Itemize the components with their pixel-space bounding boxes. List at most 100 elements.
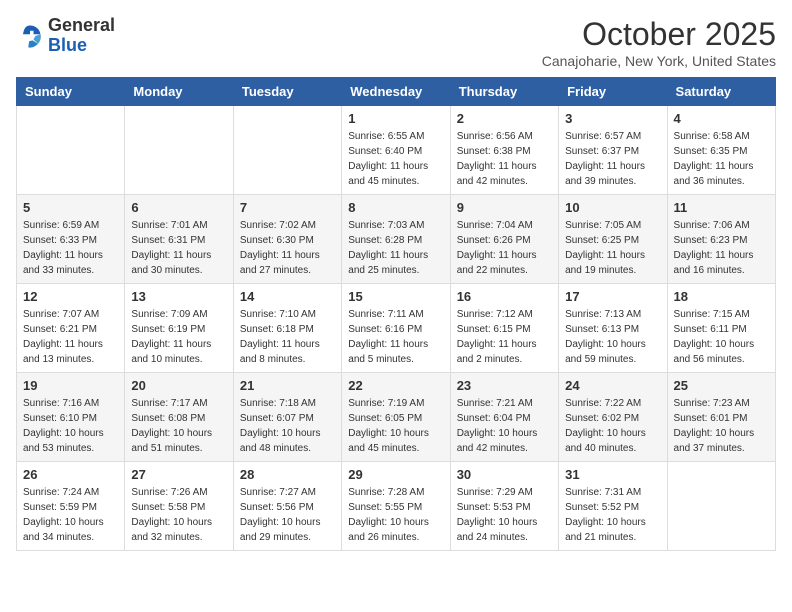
day-number: 28 [240, 467, 335, 482]
day-number: 16 [457, 289, 552, 304]
day-info: Sunrise: 7:21 AM Sunset: 6:04 PM Dayligh… [457, 396, 552, 456]
calendar-cell: 16 Sunrise: 7:12 AM Sunset: 6:15 PM Dayli… [450, 284, 558, 373]
calendar-cell: 7Sunrise: 7:02 AM Sunset: 6:30 PM Daylig… [233, 195, 341, 284]
day-number: 15 [348, 289, 443, 304]
calendar-cell: 27 Sunrise: 7:26 AM Sunset: 5:58 PM Dayli… [125, 462, 233, 551]
day-number: 30 [457, 467, 552, 482]
day-header-thursday: Thursday [450, 78, 558, 106]
day-number: 29 [348, 467, 443, 482]
calendar-cell: 19 Sunrise: 7:16 AM Sunset: 6:10 PM Dayli… [17, 373, 125, 462]
calendar-cell: 23 Sunrise: 7:21 AM Sunset: 6:04 PM Dayli… [450, 373, 558, 462]
day-info: Sunrise: 7:05 AM Sunset: 6:25 PM Dayligh… [565, 218, 660, 278]
day-info: Sunrise: 7:01 AM Sunset: 6:31 PM Dayligh… [131, 218, 226, 278]
day-number: 10 [565, 200, 660, 215]
calendar-week-row: 26 Sunrise: 7:24 AM Sunset: 5:59 PM Dayli… [17, 462, 776, 551]
logo-blue-text: Blue [48, 35, 87, 55]
day-info: Sunrise: 7:12 AM Sunset: 6:15 PM Dayligh… [457, 307, 552, 367]
day-header-tuesday: Tuesday [233, 78, 341, 106]
day-info: Sunrise: 7:03 AM Sunset: 6:28 PM Dayligh… [348, 218, 443, 278]
day-info: Sunrise: 7:18 AM Sunset: 6:07 PM Dayligh… [240, 396, 335, 456]
calendar-cell: 9 Sunrise: 7:04 AM Sunset: 6:26 PM Daylig… [450, 195, 558, 284]
day-info: Sunrise: 7:17 AM Sunset: 6:08 PM Dayligh… [131, 396, 226, 456]
title-block: October 2025 Canajoharie, New York, Unit… [542, 16, 776, 69]
day-number: 9 [457, 200, 552, 215]
calendar-week-row: 12Sunrise: 7:07 AM Sunset: 6:21 PM Dayli… [17, 284, 776, 373]
day-info: Sunrise: 6:55 AM Sunset: 6:40 PM Dayligh… [348, 129, 443, 189]
day-number: 31 [565, 467, 660, 482]
logo: General Blue [16, 16, 115, 56]
day-number: 23 [457, 378, 552, 393]
calendar-cell [125, 106, 233, 195]
calendar-cell: 17 Sunrise: 7:13 AM Sunset: 6:13 PM Dayli… [559, 284, 667, 373]
day-info: Sunrise: 7:22 AM Sunset: 6:02 PM Dayligh… [565, 396, 660, 456]
day-number: 14 [240, 289, 335, 304]
day-number: 8 [348, 200, 443, 215]
calendar-cell: 18 Sunrise: 7:15 AM Sunset: 6:11 PM Dayli… [667, 284, 775, 373]
day-number: 18 [674, 289, 769, 304]
location-text: Canajoharie, New York, United States [542, 53, 776, 69]
day-number: 11 [674, 200, 769, 215]
calendar-cell [17, 106, 125, 195]
day-info: Sunrise: 7:27 AM Sunset: 5:56 PM Dayligh… [240, 485, 335, 545]
calendar-cell: 22 Sunrise: 7:19 AM Sunset: 6:05 PM Dayli… [342, 373, 450, 462]
day-header-monday: Monday [125, 78, 233, 106]
day-number: 6 [131, 200, 226, 215]
calendar-cell: 6 Sunrise: 7:01 AM Sunset: 6:31 PM Daylig… [125, 195, 233, 284]
day-info: Sunrise: 7:07 AM Sunset: 6:21 PM Dayligh… [23, 307, 118, 367]
calendar-cell: 20 Sunrise: 7:17 AM Sunset: 6:08 PM Dayli… [125, 373, 233, 462]
calendar-cell: 12Sunrise: 7:07 AM Sunset: 6:21 PM Dayli… [17, 284, 125, 373]
day-info: Sunrise: 6:56 AM Sunset: 6:38 PM Dayligh… [457, 129, 552, 189]
day-info: Sunrise: 7:06 AM Sunset: 6:23 PM Dayligh… [674, 218, 769, 278]
calendar-cell: 15 Sunrise: 7:11 AM Sunset: 6:16 PM Dayli… [342, 284, 450, 373]
day-info: Sunrise: 7:29 AM Sunset: 5:53 PM Dayligh… [457, 485, 552, 545]
day-header-friday: Friday [559, 78, 667, 106]
day-info: Sunrise: 7:24 AM Sunset: 5:59 PM Dayligh… [23, 485, 118, 545]
day-number: 27 [131, 467, 226, 482]
calendar-cell: 5Sunrise: 6:59 AM Sunset: 6:33 PM Daylig… [17, 195, 125, 284]
calendar-cell: 13 Sunrise: 7:09 AM Sunset: 6:19 PM Dayli… [125, 284, 233, 373]
day-info: Sunrise: 7:19 AM Sunset: 6:05 PM Dayligh… [348, 396, 443, 456]
day-info: Sunrise: 7:23 AM Sunset: 6:01 PM Dayligh… [674, 396, 769, 456]
calendar-cell: 29 Sunrise: 7:28 AM Sunset: 5:55 PM Dayli… [342, 462, 450, 551]
calendar-cell: 28 Sunrise: 7:27 AM Sunset: 5:56 PM Dayli… [233, 462, 341, 551]
calendar-cell: 26 Sunrise: 7:24 AM Sunset: 5:59 PM Dayli… [17, 462, 125, 551]
day-info: Sunrise: 7:28 AM Sunset: 5:55 PM Dayligh… [348, 485, 443, 545]
day-info: Sunrise: 7:15 AM Sunset: 6:11 PM Dayligh… [674, 307, 769, 367]
day-number: 19 [23, 378, 118, 393]
calendar-cell: 14Sunrise: 7:10 AM Sunset: 6:18 PM Dayli… [233, 284, 341, 373]
calendar-cell: 24 Sunrise: 7:22 AM Sunset: 6:02 PM Dayli… [559, 373, 667, 462]
calendar-cell: 31Sunrise: 7:31 AM Sunset: 5:52 PM Dayli… [559, 462, 667, 551]
calendar-cell: 8 Sunrise: 7:03 AM Sunset: 6:28 PM Daylig… [342, 195, 450, 284]
day-number: 7 [240, 200, 335, 215]
day-info: Sunrise: 7:13 AM Sunset: 6:13 PM Dayligh… [565, 307, 660, 367]
day-number: 13 [131, 289, 226, 304]
day-info: Sunrise: 7:26 AM Sunset: 5:58 PM Dayligh… [131, 485, 226, 545]
calendar-cell: 2Sunrise: 6:56 AM Sunset: 6:38 PM Daylig… [450, 106, 558, 195]
day-number: 20 [131, 378, 226, 393]
calendar-cell [667, 462, 775, 551]
calendar-cell: 30 Sunrise: 7:29 AM Sunset: 5:53 PM Dayli… [450, 462, 558, 551]
calendar-week-row: 19 Sunrise: 7:16 AM Sunset: 6:10 PM Dayli… [17, 373, 776, 462]
calendar-header-row: SundayMondayTuesdayWednesdayThursdayFrid… [17, 78, 776, 106]
calendar-week-row: 5Sunrise: 6:59 AM Sunset: 6:33 PM Daylig… [17, 195, 776, 284]
day-number: 17 [565, 289, 660, 304]
day-info: Sunrise: 7:04 AM Sunset: 6:26 PM Dayligh… [457, 218, 552, 278]
day-number: 1 [348, 111, 443, 126]
day-info: Sunrise: 6:57 AM Sunset: 6:37 PM Dayligh… [565, 129, 660, 189]
day-header-saturday: Saturday [667, 78, 775, 106]
logo-general-text: General [48, 15, 115, 35]
day-info: Sunrise: 7:09 AM Sunset: 6:19 PM Dayligh… [131, 307, 226, 367]
day-number: 24 [565, 378, 660, 393]
calendar-cell: 21Sunrise: 7:18 AM Sunset: 6:07 PM Dayli… [233, 373, 341, 462]
day-number: 26 [23, 467, 118, 482]
day-number: 22 [348, 378, 443, 393]
day-header-sunday: Sunday [17, 78, 125, 106]
day-info: Sunrise: 7:16 AM Sunset: 6:10 PM Dayligh… [23, 396, 118, 456]
day-number: 5 [23, 200, 118, 215]
day-number: 3 [565, 111, 660, 126]
logo-icon [16, 22, 44, 50]
day-info: Sunrise: 7:11 AM Sunset: 6:16 PM Dayligh… [348, 307, 443, 367]
month-title: October 2025 [542, 16, 776, 53]
calendar-cell: 11 Sunrise: 7:06 AM Sunset: 6:23 PM Dayli… [667, 195, 775, 284]
day-info: Sunrise: 6:58 AM Sunset: 6:35 PM Dayligh… [674, 129, 769, 189]
